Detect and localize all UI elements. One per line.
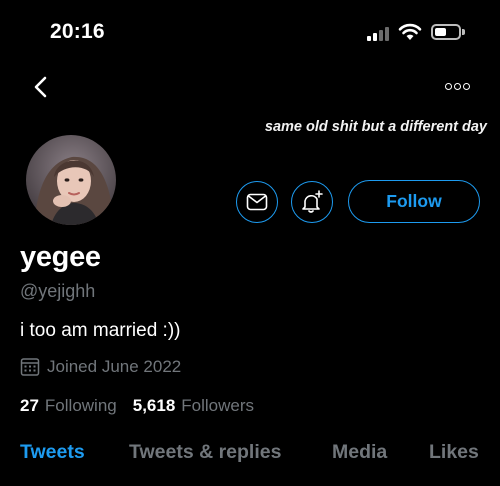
- profile-tabs: Tweets Tweets & replies Media Likes: [0, 441, 500, 475]
- following-label: Following: [44, 396, 117, 415]
- profile-screen: 20:16 same old shit but a different day: [0, 0, 500, 486]
- joined-date-text: Joined June 2022: [47, 357, 182, 376]
- more-options-button[interactable]: [440, 78, 472, 96]
- joined-date: Joined June 2022: [20, 356, 181, 378]
- calendar-icon: [20, 358, 40, 376]
- battery-icon: [431, 24, 461, 40]
- tab-media[interactable]: Media: [332, 441, 387, 464]
- wifi-icon: [398, 23, 422, 40]
- notifications-button[interactable]: [291, 181, 333, 223]
- follow-button[interactable]: Follow: [348, 180, 480, 223]
- tab-tweets[interactable]: Tweets: [20, 441, 85, 464]
- back-button[interactable]: [28, 72, 56, 102]
- followers-count: 5,618: [132, 396, 176, 415]
- avatar[interactable]: [24, 133, 118, 227]
- tab-likes[interactable]: Likes: [429, 441, 479, 464]
- more-options-icon-dot: [454, 83, 461, 90]
- follow-stats: 27 Following 5,618 Followers: [20, 396, 254, 416]
- followers-link[interactable]: 5,618 Followers: [133, 396, 254, 416]
- message-button[interactable]: [236, 181, 278, 223]
- status-bar-time: 20:16: [50, 20, 105, 43]
- user-handle: @yejighh: [20, 281, 96, 301]
- back-arrow-icon: [34, 76, 47, 98]
- more-options-icon: [445, 83, 452, 90]
- battery-tip: [462, 29, 465, 35]
- tab-tweets-and-replies[interactable]: Tweets & replies: [129, 441, 281, 464]
- signal-icon: [367, 27, 391, 41]
- avatar-image: [26, 135, 116, 225]
- more-options-icon-dot: [463, 83, 470, 90]
- display-name: yegee: [20, 241, 101, 273]
- profile-bio: i too am married :)): [20, 320, 181, 341]
- following-link[interactable]: 27 Following: [20, 396, 117, 416]
- notification-bell-icon: [302, 190, 323, 213]
- followers-label: Followers: [181, 396, 255, 415]
- message-icon: [246, 193, 268, 211]
- banner-caption: same old shit but a different day: [264, 119, 487, 135]
- following-count: 27: [20, 396, 39, 415]
